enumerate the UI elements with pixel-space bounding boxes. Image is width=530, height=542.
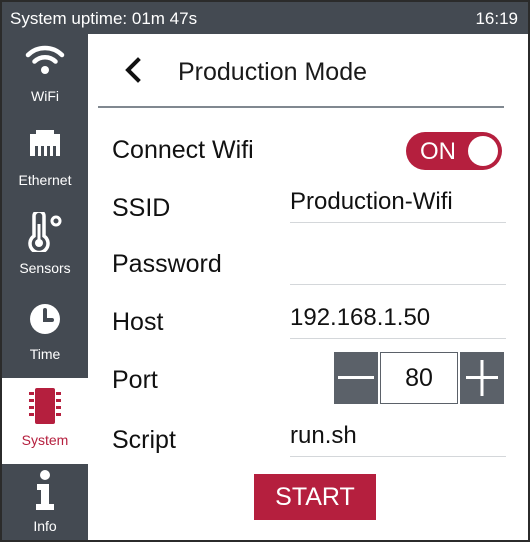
- sidebar-item-label: Time: [29, 346, 61, 362]
- plus-icon: [466, 360, 498, 396]
- main-panel: Production Mode Connect Wifi ON SSID Pro…: [88, 34, 528, 540]
- info-icon: [36, 470, 54, 510]
- sidebar-item-ethernet[interactable]: Ethernet: [2, 120, 88, 206]
- port-label: Port: [112, 366, 158, 394]
- chip-icon: [29, 388, 61, 424]
- thermometer-icon: [28, 212, 62, 252]
- ssid-label: SSID: [112, 194, 171, 222]
- device-screen: System uptime: 01m 47s 16:19 WiFi Ethern…: [0, 0, 530, 542]
- sidebar-item-time[interactable]: Time: [2, 292, 88, 378]
- host-label: Host: [112, 308, 164, 336]
- chevron-left-icon[interactable]: [120, 56, 148, 84]
- port-stepper: 80: [334, 352, 504, 404]
- ethernet-icon: [30, 130, 60, 156]
- ssid-field[interactable]: Production-Wifi: [290, 188, 506, 223]
- connect-wifi-toggle[interactable]: ON: [406, 132, 502, 170]
- sidebar-item-label: WiFi: [31, 88, 59, 104]
- clock-icon: [30, 304, 60, 334]
- connect-wifi-label: Connect Wifi: [112, 136, 254, 164]
- page-header: Production Mode: [98, 34, 504, 108]
- port-decrement-button[interactable]: [334, 352, 378, 404]
- sidebar-item-wifi[interactable]: WiFi: [2, 34, 88, 120]
- host-field[interactable]: 192.168.1.50: [290, 304, 506, 339]
- page-title: Production Mode: [178, 58, 368, 86]
- sidebar-item-info[interactable]: Info: [2, 464, 88, 540]
- sidebar-item-label: Info: [33, 518, 57, 534]
- status-bar: System uptime: 01m 47s 16:19: [2, 2, 528, 34]
- port-input[interactable]: 80: [380, 352, 458, 404]
- clock: 16:19: [475, 9, 518, 28]
- minus-icon: [338, 376, 374, 379]
- sidebar: WiFi Ethernet Sensors Time System Info: [2, 34, 88, 540]
- password-field[interactable]: [290, 250, 506, 285]
- script-label: Script: [112, 426, 176, 454]
- toggle-knob: [468, 136, 498, 166]
- system-uptime: System uptime: 01m 47s: [10, 9, 198, 28]
- sidebar-item-system[interactable]: System: [2, 378, 88, 464]
- wifi-icon: [25, 45, 65, 74]
- sidebar-item-label: Ethernet: [18, 172, 72, 188]
- start-button[interactable]: START: [254, 474, 376, 520]
- sidebar-item-label: Sensors: [19, 260, 71, 276]
- port-increment-button[interactable]: [460, 352, 504, 404]
- script-field[interactable]: run.sh: [290, 422, 506, 457]
- sidebar-item-label: System: [21, 432, 69, 448]
- toggle-state-text: ON: [420, 138, 456, 165]
- password-label: Password: [112, 250, 222, 278]
- sidebar-item-sensors[interactable]: Sensors: [2, 206, 88, 292]
